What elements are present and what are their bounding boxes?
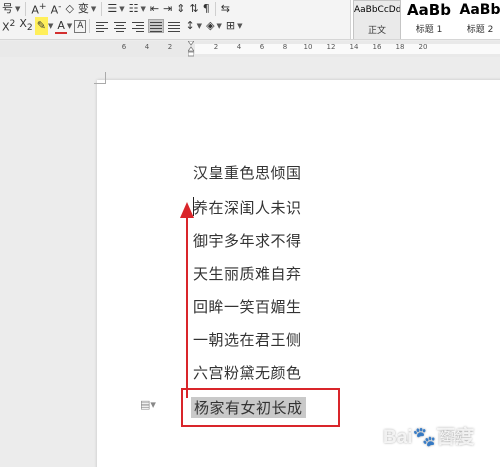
text-line[interactable]: 养在深闺人未识 <box>193 197 302 218</box>
ruler-tick: 10 <box>303 43 313 51</box>
chevron-down-icon[interactable]: ▼ <box>140 0 145 18</box>
numbered-list-icon[interactable]: ☷ <box>127 0 141 18</box>
ribbon-row-font: 号 ▼ A+ A- ◇ 变 ▼ ☰ ▼ ☷ ▼ ⇤ ⇥ ⇕ ⇅ ¶ ⇆ <box>0 0 232 18</box>
font-color-button[interactable]: A <box>55 19 67 34</box>
sort-icon[interactable]: ⇅ <box>188 0 201 18</box>
divider <box>89 19 91 33</box>
ruler-tick: 14 <box>349 43 359 51</box>
indent-marker-icon[interactable] <box>188 41 194 57</box>
ruler-tick: 6 <box>121 43 127 51</box>
ruler-tick: 18 <box>395 43 405 51</box>
ribbon-toolbar: 号 ▼ A+ A- ◇ 变 ▼ ☰ ▼ ☷ ▼ ⇤ ⇥ ⇕ ⇅ ¶ ⇆ X2 X… <box>0 0 500 40</box>
paragraph-layout-icon[interactable]: ▤▾ <box>140 398 156 411</box>
align-center-icon[interactable] <box>113 20 127 32</box>
style-normal[interactable]: AaBbCcDd 正文 <box>353 0 401 39</box>
align-right-icon[interactable] <box>131 20 145 32</box>
decrease-indent-icon[interactable]: ⇤ <box>148 0 161 18</box>
chevron-down-icon[interactable]: ▼ <box>48 17 53 35</box>
divider <box>214 2 216 16</box>
borders-icon[interactable]: ⊞ <box>224 17 237 35</box>
distributed-align-icon[interactable] <box>167 20 181 32</box>
text-line[interactable]: 汉皇重色思倾国 <box>193 162 302 183</box>
ruler-tick: 20 <box>418 43 428 51</box>
align-left-icon[interactable] <box>95 20 109 32</box>
subscript-button[interactable]: X2 <box>17 15 34 37</box>
chevron-down-icon[interactable]: ▼ <box>91 0 96 18</box>
ruler-tick: 6 <box>259 43 265 51</box>
line-spacing-icon[interactable]: ↕ <box>183 17 196 35</box>
ruler-tick: 2 <box>167 43 173 51</box>
ribbon-row-paragraph: X2 X2 ✎ ▼ A ▼ A ↕ ▼ ◈ ▼ ⊞ ▼ <box>0 17 245 35</box>
phonetic-guide-button[interactable]: 变 <box>76 0 91 18</box>
ruler-tick: 8 <box>282 43 288 51</box>
show-marks-icon[interactable]: ¶ <box>201 0 212 18</box>
text-line[interactable]: 六宫粉黛无颜色 <box>193 362 302 383</box>
ruler-tick: 12 <box>326 43 336 51</box>
style-heading-2[interactable]: AaBb 标题 2 <box>457 0 500 39</box>
watermark-subtitle: 经验 <box>440 430 462 443</box>
divider <box>25 2 27 16</box>
horizontal-ruler[interactable]: 6 4 2 2 4 6 8 10 12 14 16 18 20 <box>0 41 500 57</box>
divider <box>101 2 103 16</box>
highlight-icon[interactable]: ✎ <box>34 17 48 35</box>
text-line[interactable]: 御宇多年求不得 <box>193 230 302 251</box>
chevron-down-icon[interactable]: ▼ <box>119 0 124 18</box>
ruler-tick: 4 <box>144 43 150 51</box>
ruler-tick: 2 <box>213 43 219 51</box>
text-line[interactable]: 天生丽质难自弃 <box>193 263 302 284</box>
clear-format-icon[interactable]: ◇ <box>63 0 75 18</box>
ruler-tick: 16 <box>372 43 382 51</box>
chevron-down-icon[interactable]: ▼ <box>67 17 72 35</box>
chinese-layout-icon[interactable]: ⇕ <box>174 0 187 18</box>
arrow-up-icon <box>180 202 194 398</box>
chevron-down-icon[interactable]: ▼ <box>217 17 222 35</box>
chevron-down-icon[interactable]: ▼ <box>237 17 242 35</box>
margin-corner-mark <box>94 72 106 84</box>
shading-icon[interactable]: ◈ <box>204 17 216 35</box>
highlight-rectangle <box>181 388 340 427</box>
ruler-tick: 4 <box>236 43 242 51</box>
chevron-down-icon[interactable]: ▼ <box>197 17 202 35</box>
increase-indent-icon[interactable]: ⇥ <box>161 0 174 18</box>
justify-icon[interactable] <box>148 19 165 33</box>
tab-settings-icon[interactable]: ⇆ <box>219 0 232 18</box>
text-line[interactable]: 回眸一笑百媚生 <box>193 296 302 317</box>
superscript-button[interactable]: X2 <box>0 15 17 37</box>
char-border-button[interactable]: A <box>74 19 87 33</box>
bullet-list-icon[interactable]: ☰ <box>105 0 119 18</box>
text-line[interactable]: 一朝选在君王侧 <box>193 329 302 350</box>
style-heading-1[interactable]: AaBb 标题 1 <box>403 0 455 39</box>
style-gallery: AaBbCcDd 正文 AaBb 标题 1 AaBb 标题 2 <box>350 0 500 39</box>
